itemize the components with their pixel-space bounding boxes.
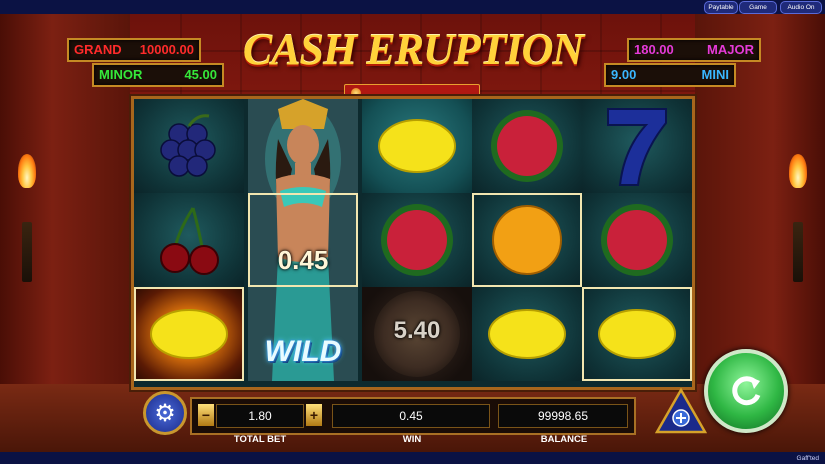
left-flame-icon xyxy=(18,154,36,188)
audio-toggle-button[interactable]: Audio On xyxy=(780,1,822,14)
win-value: 0.45 xyxy=(332,404,490,428)
watermelon-icon xyxy=(362,193,472,287)
jackpot-grand-value: 10000.00 xyxy=(139,42,194,57)
right-torch-icon xyxy=(793,222,803,282)
settings-gear-icon[interactable]: ⚙ xyxy=(143,391,187,435)
top-menu-bar: Paytable Game Rules Audio On xyxy=(0,0,825,22)
jackpot-major-label: MAJOR xyxy=(707,42,754,57)
total-bet-label: TOTAL BET xyxy=(233,434,287,445)
left-torch-icon xyxy=(22,222,32,282)
win-label: WIN xyxy=(402,434,422,445)
bet-minus-button[interactable]: − xyxy=(198,404,214,426)
wild-label: WILD xyxy=(264,335,342,368)
seven-icon xyxy=(582,99,692,193)
fireball-prize-value: 5.40 xyxy=(393,317,441,344)
jackpot-major: 180.00 MAJOR xyxy=(627,38,761,62)
jackpot-minor-value: 45.00 xyxy=(184,67,217,82)
paytable-button[interactable]: Paytable xyxy=(704,1,738,14)
wild-prize-value: 0.45 xyxy=(277,245,329,275)
lemon-icon xyxy=(362,99,472,193)
jackpot-minor-label: MINOR xyxy=(99,67,143,82)
bet-plus-button[interactable]: + xyxy=(306,404,322,426)
jackpot-minor: MINOR 45.00 xyxy=(92,63,224,87)
plum-icon xyxy=(134,99,244,193)
cherry-icon xyxy=(134,193,244,287)
autoplay-pyramid-icon[interactable] xyxy=(655,388,707,434)
wild-reel: 0.45 WILD xyxy=(248,99,358,381)
bottom-bar: Gaff'ted xyxy=(0,452,825,464)
spin-button[interactable] xyxy=(704,349,788,433)
lemon-icon xyxy=(472,287,582,381)
brand-label: Gaff'ted xyxy=(796,455,819,462)
jackpot-major-value: 180.00 xyxy=(634,42,674,57)
jackpot-mini: 9.00 MINI xyxy=(604,63,736,87)
orange-icon xyxy=(472,193,582,287)
watermelon-icon xyxy=(582,193,692,287)
balance-label: BALANCE xyxy=(540,434,588,445)
balance-value: 99998.65 xyxy=(498,404,628,428)
jackpot-grand-label: GRAND xyxy=(74,42,122,57)
lemon-icon xyxy=(134,287,244,381)
jackpot-grand: GRAND 10000.00 xyxy=(67,38,201,62)
spin-arrow-icon xyxy=(732,376,761,406)
fireball-icon: 5.40 xyxy=(362,287,472,381)
right-flame-icon xyxy=(789,154,807,188)
lemon-icon xyxy=(582,287,692,381)
control-bar: − 1.80 + 0.45 99998.65 xyxy=(190,397,636,435)
reel-grid: 0.45 WILD 5.40 xyxy=(131,96,695,390)
game-rules-button[interactable]: Game Rules xyxy=(739,1,777,22)
total-bet-value: 1.80 xyxy=(216,404,304,428)
jackpot-mini-label: MINI xyxy=(701,67,729,82)
watermelon-icon xyxy=(472,99,582,193)
jackpot-mini-value: 9.00 xyxy=(611,67,637,82)
game-logo: CASH ERUPTION xyxy=(242,25,584,74)
